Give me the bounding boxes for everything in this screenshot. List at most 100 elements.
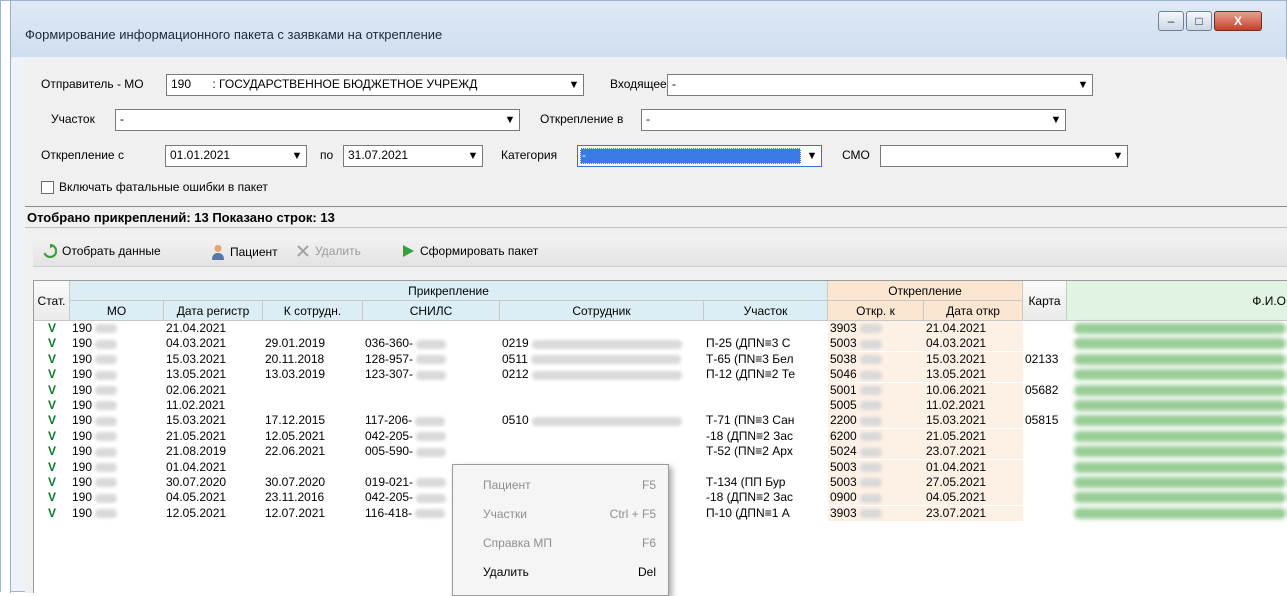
cell-mo[interactable]: 190: [70, 352, 164, 367]
cell-detach-date[interactable]: 21.04.2021: [924, 321, 1023, 336]
cell-detach-date[interactable]: 15.03.2021: [924, 413, 1023, 429]
cell-reg[interactable]: 15.03.2021: [164, 352, 263, 367]
cell-status[interactable]: V: [34, 506, 70, 521]
cell-detach-date[interactable]: 27.05.2021: [924, 475, 1023, 490]
table-row[interactable]: V 190 21.08.2019 22.06.2021 005-590- Т-52 (ПN…: [34, 444, 1287, 460]
header-mo[interactable]: МО: [70, 301, 164, 321]
cell-mo[interactable]: 190: [70, 506, 164, 521]
cell-status[interactable]: V: [34, 460, 70, 475]
cell-emp[interactable]: [500, 444, 704, 459]
cell-card[interactable]: [1023, 336, 1067, 351]
cell-detach-to[interactable]: 3903: [828, 321, 924, 336]
chevron-down-icon[interactable]: ▼: [565, 75, 583, 95]
cell-card[interactable]: 02133: [1023, 352, 1067, 367]
table-row[interactable]: V 190 13.05.2021 13.03.2019 123-307- 0212 П-12…: [34, 367, 1287, 383]
cell-detach-date[interactable]: 23.07.2021: [924, 444, 1023, 460]
detach-to-combobox[interactable]: - ▼: [641, 109, 1066, 131]
cell-detach-to[interactable]: 3903: [828, 505, 924, 521]
table-row[interactable]: V 190 15.03.2021 17.12.2015 117-206- 0510 Т-71…: [34, 413, 1287, 429]
cell-detach-to[interactable]: 5003: [828, 336, 924, 352]
cell-reg[interactable]: 02.06.2021: [164, 383, 263, 398]
cell-reg[interactable]: 21.08.2019: [164, 444, 263, 459]
cell-reg[interactable]: 04.05.2021: [164, 490, 263, 505]
cell-district[interactable]: [704, 398, 828, 413]
header-status[interactable]: Стат.: [34, 281, 70, 321]
table-row[interactable]: V 190 04.03.2021 29.01.2019 036-360- 0219 П-25…: [34, 336, 1287, 352]
cell-snils[interactable]: [363, 321, 500, 336]
cell-emp[interactable]: 0219: [500, 336, 704, 351]
cell-detach-to[interactable]: 5005: [828, 398, 924, 413]
cell-emp[interactable]: 0510: [500, 413, 704, 428]
cell-mo[interactable]: 190: [70, 429, 164, 444]
table-row[interactable]: V 190 11.02.2021 5005 11.02.2021: [34, 398, 1287, 413]
cell-emp[interactable]: [500, 398, 704, 413]
maximize-button[interactable]: □: [1186, 11, 1212, 31]
incoming-combobox[interactable]: - ▼: [667, 74, 1093, 96]
cell-card[interactable]: [1023, 444, 1067, 459]
table-row[interactable]: V 190 15.03.2021 20.11.2018 128-957- 0511 Т-65…: [34, 351, 1287, 367]
cell-status[interactable]: V: [34, 444, 70, 459]
cell-status[interactable]: V: [34, 475, 70, 490]
delete-button[interactable]: Удалить: [296, 244, 361, 258]
header-fio[interactable]: Ф.И.О: [1067, 281, 1287, 321]
cell-snils[interactable]: 117-206-: [363, 413, 500, 428]
cell-snils[interactable]: 128-957-: [363, 352, 500, 367]
cell-mo[interactable]: 190: [70, 398, 164, 413]
calendar-dropdown-icon[interactable]: ▼: [288, 146, 306, 166]
chevron-down-icon[interactable]: ▼: [501, 110, 519, 130]
context-menu-item[interactable]: Участки Ctrl + F5: [453, 502, 668, 526]
cell-to-emp[interactable]: 23.11.2016: [263, 490, 363, 505]
cell-detach-to[interactable]: 5003: [828, 459, 924, 475]
cell-reg[interactable]: 01.04.2021: [164, 460, 263, 475]
cell-status[interactable]: V: [34, 367, 70, 382]
cell-district[interactable]: Т-134 (ПП Бур: [704, 475, 828, 490]
calendar-dropdown-icon[interactable]: ▼: [464, 146, 482, 166]
header-reg-date[interactable]: Дата регистр: [164, 301, 263, 321]
header-detach-to[interactable]: Откр. к: [828, 301, 924, 321]
cell-district[interactable]: Т-71 (ПN≡3 Сан: [704, 413, 828, 428]
date-to-picker[interactable]: 31.07.2021 ▼: [343, 145, 483, 167]
cell-status[interactable]: V: [34, 321, 70, 336]
cell-reg[interactable]: 13.05.2021: [164, 367, 263, 382]
smo-combobox[interactable]: ▼: [880, 145, 1128, 167]
cell-mo[interactable]: 190: [70, 444, 164, 459]
cell-to-emp[interactable]: [263, 460, 363, 475]
cell-district[interactable]: [704, 383, 828, 398]
cell-snils[interactable]: 042-205-: [363, 429, 500, 444]
cell-to-emp[interactable]: 20.11.2018: [263, 352, 363, 367]
cell-detach-date[interactable]: 01.04.2021: [924, 459, 1023, 475]
context-menu-item[interactable]: Справка МП F6: [453, 531, 668, 555]
cell-district[interactable]: П-12 (ДПN≡2 Те: [704, 367, 828, 382]
cell-district[interactable]: -18 (ДПN≡2 Зас: [704, 490, 828, 505]
cell-detach-to[interactable]: 5001: [828, 382, 924, 398]
cell-detach-date[interactable]: 13.05.2021: [924, 367, 1023, 383]
cell-card[interactable]: [1023, 506, 1067, 521]
cell-status[interactable]: V: [34, 429, 70, 444]
cell-status[interactable]: V: [34, 336, 70, 351]
cell-reg[interactable]: 12.05.2021: [164, 506, 263, 521]
chevron-down-icon[interactable]: ▼: [1074, 75, 1092, 95]
district-combobox[interactable]: - ▼: [115, 109, 520, 131]
build-package-button[interactable]: Сформировать пакет: [401, 244, 538, 258]
cell-mo[interactable]: 190: [70, 490, 164, 505]
cell-reg[interactable]: 04.03.2021: [164, 336, 263, 351]
cell-mo[interactable]: 190: [70, 321, 164, 336]
cell-card[interactable]: [1023, 490, 1067, 505]
cell-to-emp[interactable]: 22.06.2021: [263, 444, 363, 459]
cell-snils[interactable]: 036-360-: [363, 336, 500, 351]
cell-to-emp[interactable]: [263, 398, 363, 413]
cell-district[interactable]: П-10 (ДПN≡1 А: [704, 506, 828, 521]
header-employee[interactable]: Сотрудник: [500, 301, 704, 321]
cell-to-emp[interactable]: [263, 383, 363, 398]
cell-card[interactable]: [1023, 475, 1067, 490]
cell-to-emp[interactable]: 13.03.2019: [263, 367, 363, 382]
cell-emp[interactable]: [500, 383, 704, 398]
category-combobox[interactable]: - ▼: [577, 145, 822, 167]
cell-detach-to[interactable]: 5003: [828, 475, 924, 490]
cell-snils[interactable]: 123-307-: [363, 367, 500, 382]
cell-mo[interactable]: 190: [70, 475, 164, 490]
cell-emp[interactable]: [500, 321, 704, 336]
cell-detach-date[interactable]: 21.05.2021: [924, 428, 1023, 444]
include-fatal-checkbox[interactable]: [41, 181, 54, 194]
cell-mo[interactable]: 190: [70, 413, 164, 428]
